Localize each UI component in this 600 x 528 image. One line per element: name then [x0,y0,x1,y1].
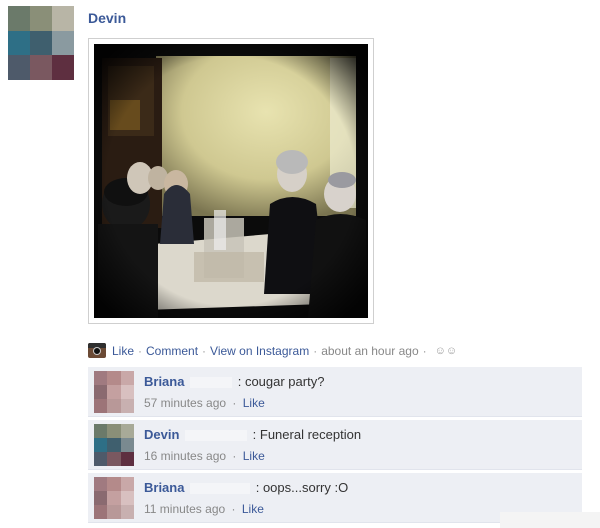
avatar-pixel [107,424,121,438]
avatar-pixel [107,491,121,505]
comment-like-link[interactable]: Like [242,502,264,516]
avatar-pixel [120,371,134,385]
avatar-pixel [30,30,52,56]
separator: · [202,343,207,358]
photo-image [94,44,368,318]
avatar-pixel [94,438,108,452]
instagram-photo[interactable] [88,38,374,324]
avatar-pixel [107,438,121,452]
comment-timestamp[interactable]: 11 minutes ago [144,502,225,516]
avatar-pixel [94,424,108,438]
like-link[interactable]: Like [112,344,134,358]
comment-list: Briana : cougar party? 57 minutes ago · … [88,366,582,525]
avatar-pixel [52,55,74,80]
comment-text: : Funeral reception [252,427,362,442]
avatar-pixel [120,399,134,413]
separator: · [138,343,143,358]
comment-timestamp[interactable]: 57 minutes ago [144,396,226,410]
avatar-pixel [94,505,108,519]
avatar-pixel [8,55,30,80]
redacted-name [190,377,233,389]
avatar-pixel [94,477,108,491]
commenter-avatar[interactable] [94,371,134,413]
post-actions-bar: Like · Comment · View on Instagram · abo… [88,343,457,358]
post-author-avatar[interactable] [8,6,74,80]
instagram-icon [88,343,106,358]
separator: · [313,343,318,358]
comment-text: : cougar party? [237,374,325,389]
avatar-pixel [107,505,121,519]
post-author-name[interactable]: Devin [88,10,126,26]
page-edge [500,512,600,528]
commenter-avatar[interactable] [94,477,134,519]
separator: · [232,449,237,463]
comment-like-link[interactable]: Like [243,449,265,463]
redacted-name [185,430,248,442]
avatar-pixel [94,452,108,466]
commenter-name[interactable]: Devin [144,427,179,442]
friends-privacy-icon[interactable]: ☺☺ [435,345,457,357]
comment-item: Briana : cougar party? 57 minutes ago · … [88,366,582,417]
avatar-pixel [120,491,134,505]
avatar-pixel [8,6,30,31]
comment-link[interactable]: Comment [146,344,198,358]
avatar-pixel [94,385,108,399]
avatar-pixel [94,399,108,413]
avatar-pixel [107,371,121,385]
avatar-pixel [8,30,30,56]
post-timestamp[interactable]: about an hour ago [321,344,418,358]
separator: · [232,396,237,410]
avatar-pixel [120,452,134,466]
comment-text: : oops...sorry :O [255,480,349,495]
avatar-pixel [120,385,134,399]
avatar-pixel [107,399,121,413]
separator: · [231,502,236,516]
avatar-pixel [120,438,134,452]
avatar-pixel [52,6,74,31]
avatar-pixel [94,491,108,505]
avatar-pixel [107,477,121,491]
comment-item: Devin : Funeral reception 16 minutes ago… [88,419,582,470]
comment-timestamp[interactable]: 16 minutes ago [144,449,226,463]
avatar-pixel [30,55,52,80]
redacted-name [190,483,251,495]
avatar-pixel [107,452,121,466]
separator: · [422,343,427,358]
view-on-instagram-link[interactable]: View on Instagram [210,344,309,358]
avatar-pixel [52,30,74,56]
avatar-pixel [94,371,108,385]
comment-like-link[interactable]: Like [243,396,265,410]
avatar-pixel [107,385,121,399]
avatar-pixel [120,477,134,491]
avatar-pixel [120,505,134,519]
avatar-pixel [120,424,134,438]
commenter-name[interactable]: Briana [144,374,184,389]
avatar-pixel [30,6,52,31]
commenter-avatar[interactable] [94,424,134,466]
commenter-name[interactable]: Briana [144,480,184,495]
